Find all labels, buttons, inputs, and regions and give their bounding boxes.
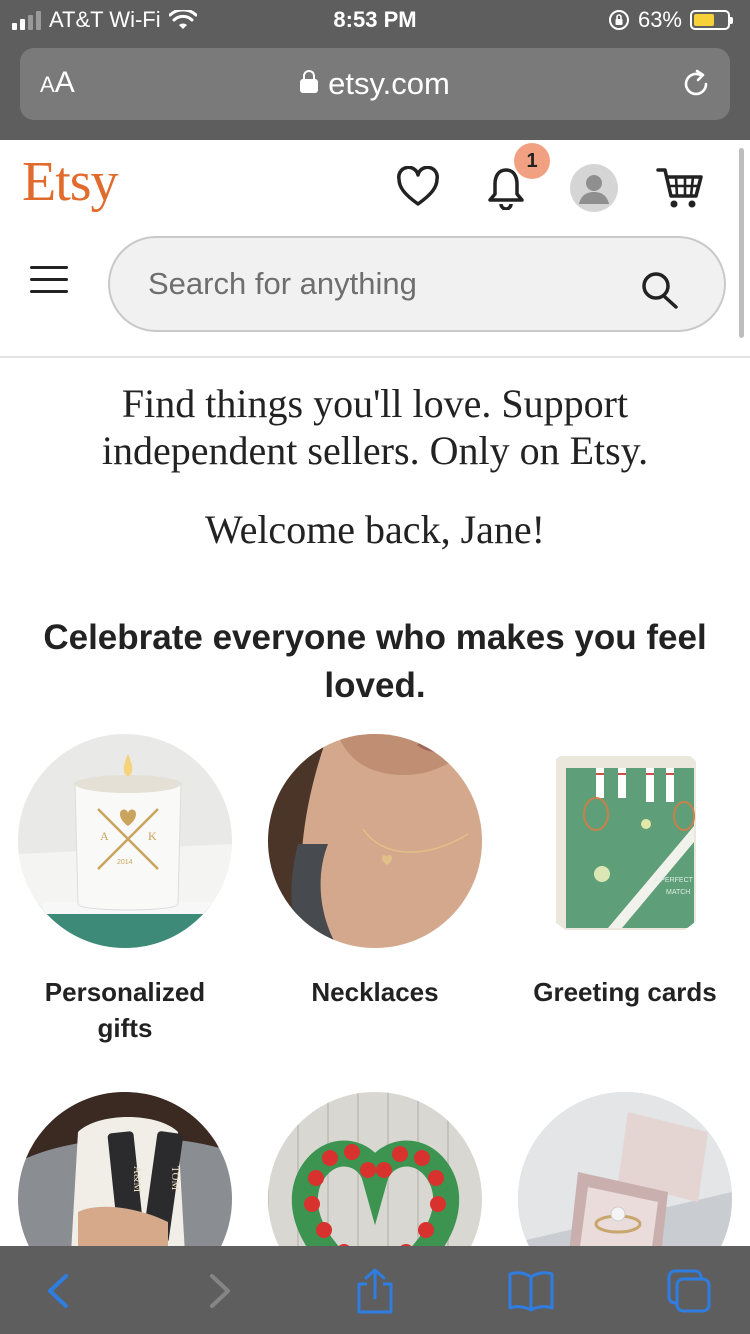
- reload-icon[interactable]: [680, 68, 712, 100]
- url-display[interactable]: etsy.com: [20, 66, 730, 102]
- svg-text:K: K: [148, 829, 157, 843]
- welcome-message: Welcome back, Jane!: [205, 507, 545, 552]
- lock-icon: [300, 70, 319, 93]
- tabs-icon[interactable]: [666, 1268, 712, 1314]
- svg-text:2014: 2014: [117, 859, 133, 866]
- hamburger-menu-icon[interactable]: [30, 266, 68, 296]
- candle-photo[interactable]: A K 2014: [18, 734, 232, 948]
- safari-toolbar: [0, 1246, 750, 1334]
- status-bar: AT&T Wi-Fi 8:53 PM 63%: [0, 0, 750, 42]
- svg-text:A&M: A&M: [131, 1166, 143, 1193]
- avatar[interactable]: [570, 164, 618, 212]
- cart-icon[interactable]: [656, 166, 704, 210]
- category-label: Greeting cards: [533, 977, 717, 1007]
- category-personalized-gifts[interactable]: A K 2014 Personalized gifts: [0, 734, 250, 1046]
- address-bar[interactable]: AA etsy.com: [20, 48, 730, 120]
- scroll-indicator: [739, 148, 744, 338]
- greeting-card-photo[interactable]: A PERFECT MATCH: [518, 734, 732, 948]
- category-label: Personalized gifts: [44, 977, 206, 1043]
- user-avatar-icon: [579, 175, 609, 204]
- orientation-lock-icon: [608, 10, 629, 30]
- status-right: 63%: [608, 7, 733, 33]
- share-icon[interactable]: [352, 1268, 398, 1314]
- svg-text:A PERFECT: A PERFECT: [654, 877, 694, 884]
- search-bar[interactable]: [108, 236, 726, 332]
- svg-text:MATCH: MATCH: [666, 889, 690, 896]
- category-greeting-cards[interactable]: A PERFECT MATCH Greeting cards: [500, 734, 750, 1010]
- hero-tagline: Find things you'll love. Support indepen…: [101, 381, 649, 473]
- svg-text:TOM: TOM: [169, 1166, 181, 1190]
- header-divider: [0, 356, 750, 358]
- search-input[interactable]: [148, 266, 618, 302]
- bookmarks-icon[interactable]: [508, 1268, 554, 1314]
- browser-top-chrome: AT&T Wi-Fi 8:53 PM 63% AA etsy.com: [0, 0, 750, 140]
- etsy-logo[interactable]: Etsy: [22, 150, 119, 214]
- battery-level: [694, 14, 715, 26]
- category-label: Necklaces: [311, 977, 439, 1007]
- url-text: etsy.com: [328, 66, 450, 101]
- section-title: Celebrate everyone who makes you feel lo…: [43, 618, 707, 705]
- back-icon[interactable]: [36, 1268, 82, 1314]
- svg-text:A: A: [100, 829, 109, 843]
- forward-icon: [210, 1274, 230, 1308]
- battery-icon: [690, 10, 733, 30]
- category-necklaces[interactable]: Necklaces: [250, 734, 500, 1010]
- necklace-photo[interactable]: [268, 734, 482, 948]
- battery-percent: 63%: [637, 7, 682, 32]
- notification-badge: 1: [514, 143, 550, 179]
- search-icon[interactable]: [638, 268, 682, 312]
- favorites-heart-icon[interactable]: [396, 166, 440, 208]
